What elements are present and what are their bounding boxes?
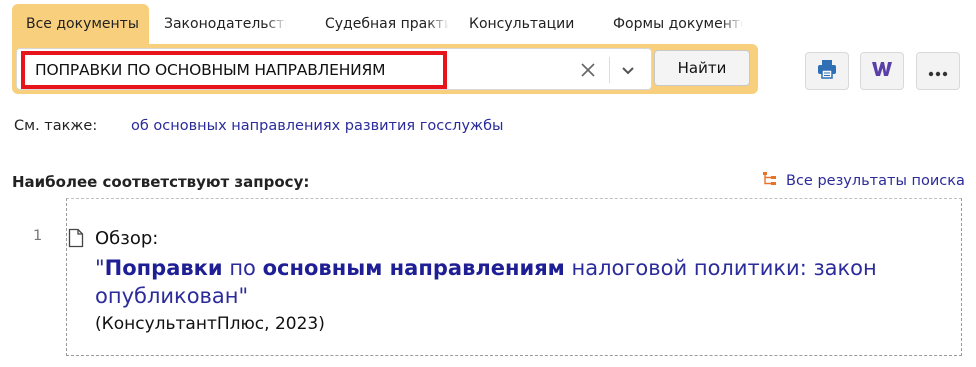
tab-fade: [721, 4, 743, 44]
word-icon: [870, 59, 894, 83]
tab-fade: [427, 4, 449, 44]
tab-document-forms[interactable]: Формы документов: [583, 4, 743, 44]
print-button[interactable]: [805, 52, 849, 90]
more-button[interactable]: [916, 52, 960, 90]
result-doc-type: Обзор:: [95, 228, 159, 249]
search-input[interactable]: ПОПРАВКИ ПО ОСНОВНЫМ НАПРАВЛЕНИЯМ: [16, 48, 652, 90]
divider: [609, 57, 610, 83]
tab-all-documents[interactable]: Все документы: [12, 4, 149, 44]
result-source: (КонсультантПлюс, 2023): [95, 314, 325, 334]
clear-icon[interactable]: [577, 59, 599, 81]
all-results-label: Все результаты поиска: [786, 173, 965, 189]
title-quote-open: ": [95, 256, 105, 280]
tab-court-practice[interactable]: Судебная практика: [287, 4, 449, 44]
search-panel: ПОПРАВКИ ПО ОСНОВНЫМ НАПРАВЛЕНИЯМ Найти: [12, 44, 758, 94]
see-also-link[interactable]: об основных направлениях развития госслу…: [131, 118, 503, 134]
tab-consultations[interactable]: Консультации: [449, 4, 583, 44]
document-icon: [68, 228, 84, 252]
chevron-down-icon[interactable]: [617, 59, 639, 81]
tab-label: Консультации: [469, 16, 575, 32]
query-highlight-frame: [21, 51, 447, 89]
all-results-link[interactable]: Все результаты поиска: [762, 171, 965, 191]
result-number: 1: [33, 228, 43, 244]
tab-label: Все документы: [26, 16, 139, 32]
title-match-term: основным направлениям: [262, 256, 565, 280]
export-word-button[interactable]: [860, 52, 904, 90]
find-button[interactable]: Найти: [654, 50, 750, 86]
more-icon: [927, 62, 949, 81]
title-text: по: [222, 256, 263, 280]
tab-legislation[interactable]: Законодательство: [149, 4, 287, 44]
see-also-label: См. также:: [14, 118, 98, 134]
printer-icon: [816, 59, 838, 83]
title-match-term: Поправки: [104, 256, 223, 280]
result-title-link[interactable]: "Поправки по основным направлениям налог…: [95, 254, 895, 310]
tab-fade: [265, 4, 287, 44]
tree-icon: [762, 171, 778, 191]
results-section-title: Наиболее соответствуют запросу:: [12, 173, 310, 191]
tab-bar: Все документы Законодательство Судебная …: [12, 4, 743, 44]
